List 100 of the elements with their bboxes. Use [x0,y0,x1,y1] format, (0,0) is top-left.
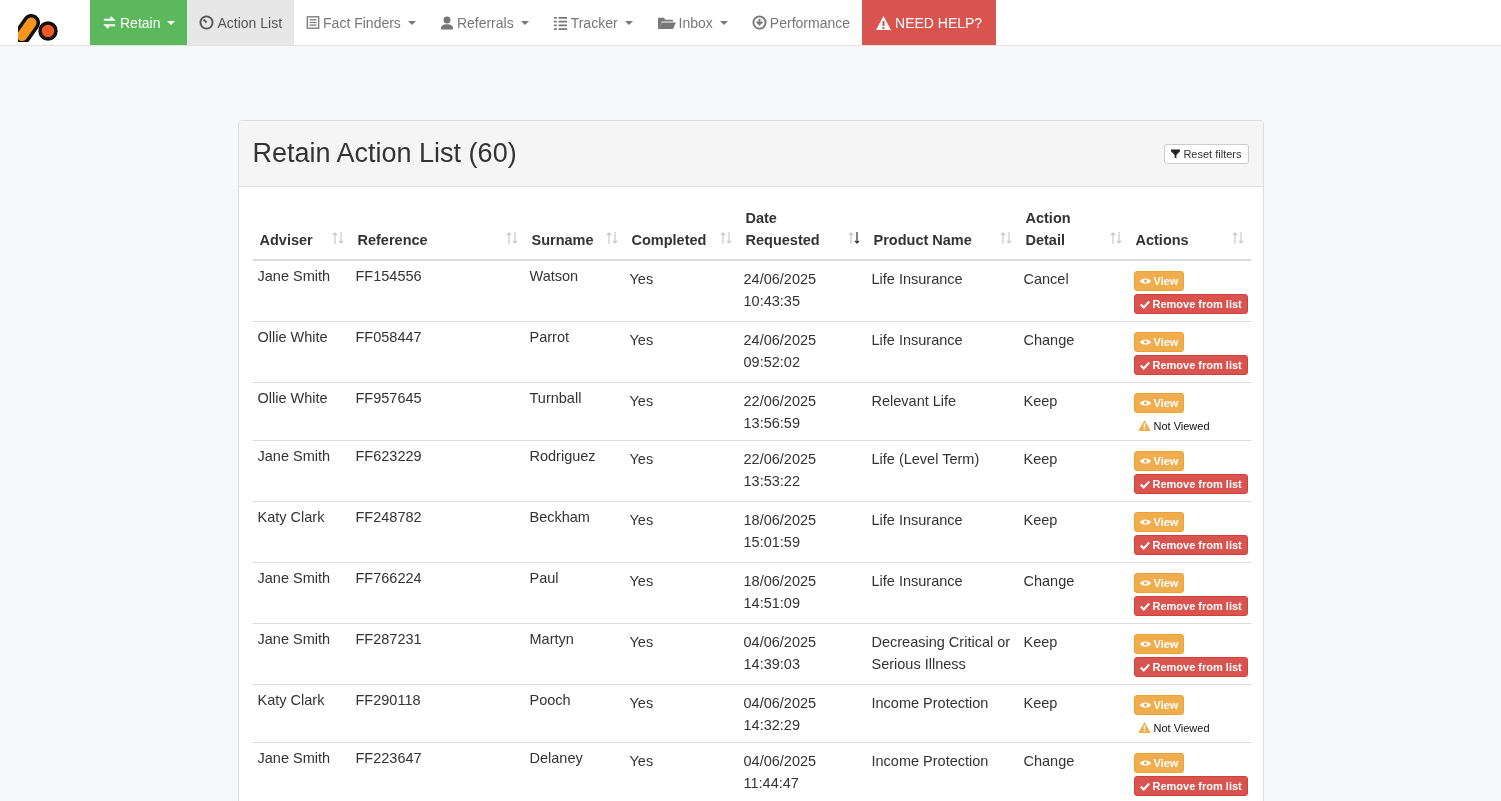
product-cell-text: Life Insurance [871,270,963,289]
eye-icon [1139,759,1151,767]
reference-cell-text: FF290118 [355,691,421,710]
adviser-cell-text: Ollie White [257,389,328,408]
adviser-cell-text: Jane Smith [257,267,331,286]
panel-title: Retain Action List (60) [252,138,517,169]
adviser-cell-text: Katy Clark [257,508,325,527]
eye-icon [1139,701,1151,709]
remove-button[interactable]: Remove from list [1133,474,1248,494]
nav-tab[interactable]: Inbox [644,0,740,45]
eye-icon [1139,457,1151,465]
remove-button[interactable]: Remove from list [1133,535,1248,555]
column-header[interactable]: Reference [357,229,428,251]
remove-button[interactable]: Remove from list [1133,355,1248,375]
date-cell-text: 04/06/2025 11:44:47 [743,752,818,793]
not-viewed-label: Not Viewed [1153,419,1210,432]
completed-cell-text: Yes [629,511,654,530]
completed-cell-text: Yes [629,572,654,591]
warning-icon [1137,420,1151,431]
check-icon [1139,479,1150,489]
reference-cell-text: FF154556 [355,267,422,286]
action-detail-cell-text: Change [1023,331,1075,350]
completed-cell-text: Yes [629,331,654,350]
remove-button[interactable]: Remove from list [1133,776,1248,796]
action-detail-cell-text: Keep [1023,392,1058,411]
action-detail-cell-text: Change [1023,752,1075,771]
reference-cell-text: FF623229 [355,447,422,466]
product-cell-text: Income Protection [871,752,989,771]
column-header[interactable]: Date Requested [745,207,848,251]
nav-tab[interactable]: Referrals [427,0,541,45]
completed-cell-text: Yes [629,752,654,771]
date-cell-text: 04/06/2025 14:39:03 [743,633,818,674]
not-viewed-label: Not Viewed [1153,721,1210,734]
date-cell-text: 24/06/2025 09:52:02 [743,331,818,372]
nav-tab[interactable]: Performance [739,0,862,45]
eye-icon [1139,399,1151,407]
document-icon [306,15,321,30]
reference-cell-text: FF957645 [355,389,422,408]
sort-icon[interactable] [847,231,860,245]
dashboard-icon [199,15,215,30]
action-detail-cell-text: Keep [1023,511,1058,530]
surname-cell-text: Paul [529,569,559,588]
adviser-cell-text: Jane Smith [257,749,331,768]
surname-cell-text: Delaney [529,749,583,768]
check-icon [1139,601,1150,611]
nav-tab[interactable]: Tracker [540,0,645,45]
action-detail-cell-text: Cancel [1023,270,1069,289]
nav-tab[interactable]: Retain [90,0,188,45]
column-header[interactable]: Adviser [259,229,313,251]
reference-cell-text: FF766224 [355,569,422,588]
eye-icon [1139,338,1151,346]
nav-tab[interactable]: Fact Finders [294,0,428,45]
remove-button[interactable]: Remove from list [1133,657,1248,677]
completed-cell-text: Yes [629,270,654,289]
completed-cell-text: Yes [629,450,654,469]
date-cell-text: 22/06/2025 13:53:22 [743,450,818,491]
reference-cell-text: FF058447 [355,328,422,347]
product-cell-text: Life (Level Term) [871,450,980,469]
filter-icon [1171,148,1181,159]
surname-cell-text: Turnball [529,389,582,408]
check-icon [1139,540,1150,550]
reset-filters-button[interactable]: Reset filters [1164,143,1249,164]
surname-cell-text: Martyn [529,630,574,649]
completed-cell-text: Yes [629,694,654,713]
adviser-cell-text: Jane Smith [257,447,331,466]
eye-icon [1139,277,1151,285]
action-detail-cell-text: Keep [1023,694,1058,713]
adviser-cell-text: Jane Smith [257,569,331,588]
action-detail-cell-text: Keep [1023,450,1058,469]
date-cell-text: 04/06/2025 14:32:29 [743,694,818,735]
product-cell-text: Life Insurance [871,511,963,530]
product-cell-text: Relevant Life [871,392,957,411]
completed-cell-text: Yes [629,633,654,652]
nav-tab[interactable]: NEED HELP? [862,0,997,45]
surname-cell-text: Pooch [529,691,571,710]
eye-icon [1139,579,1151,587]
product-cell-text: Life Insurance [871,331,963,350]
column-header[interactable]: Action Detail [1025,207,1110,251]
date-cell-text: 22/06/2025 13:56:59 [743,392,818,433]
date-cell-text: 18/06/2025 14:51:09 [743,572,818,613]
remove-button[interactable]: Remove from list [1133,294,1248,314]
column-header[interactable]: Completed [631,229,707,251]
eye-icon [1139,518,1151,526]
reference-cell-text: FF287231 [355,630,422,649]
arrows-icon [102,15,117,30]
date-cell-text: 18/06/2025 15:01:59 [743,511,818,552]
remove-button[interactable]: Remove from list [1133,596,1248,616]
warning-icon [875,14,892,31]
warning-icon [1137,722,1151,733]
adviser-cell-text: Jane Smith [257,630,331,649]
surname-cell-text: Parrot [529,328,569,347]
column-header[interactable]: Surname [531,229,594,251]
surname-cell-text: Rodriguez [529,447,596,466]
nav-tab[interactable]: Action List [187,0,295,45]
product-cell-text: Life Insurance [871,572,963,591]
column-header[interactable]: Actions [1135,229,1189,251]
completed-cell-text: Yes [629,392,654,411]
column-header[interactable]: Product Name [873,229,972,251]
check-icon [1139,662,1150,672]
date-cell-text: 24/06/2025 10:43:35 [743,270,818,311]
